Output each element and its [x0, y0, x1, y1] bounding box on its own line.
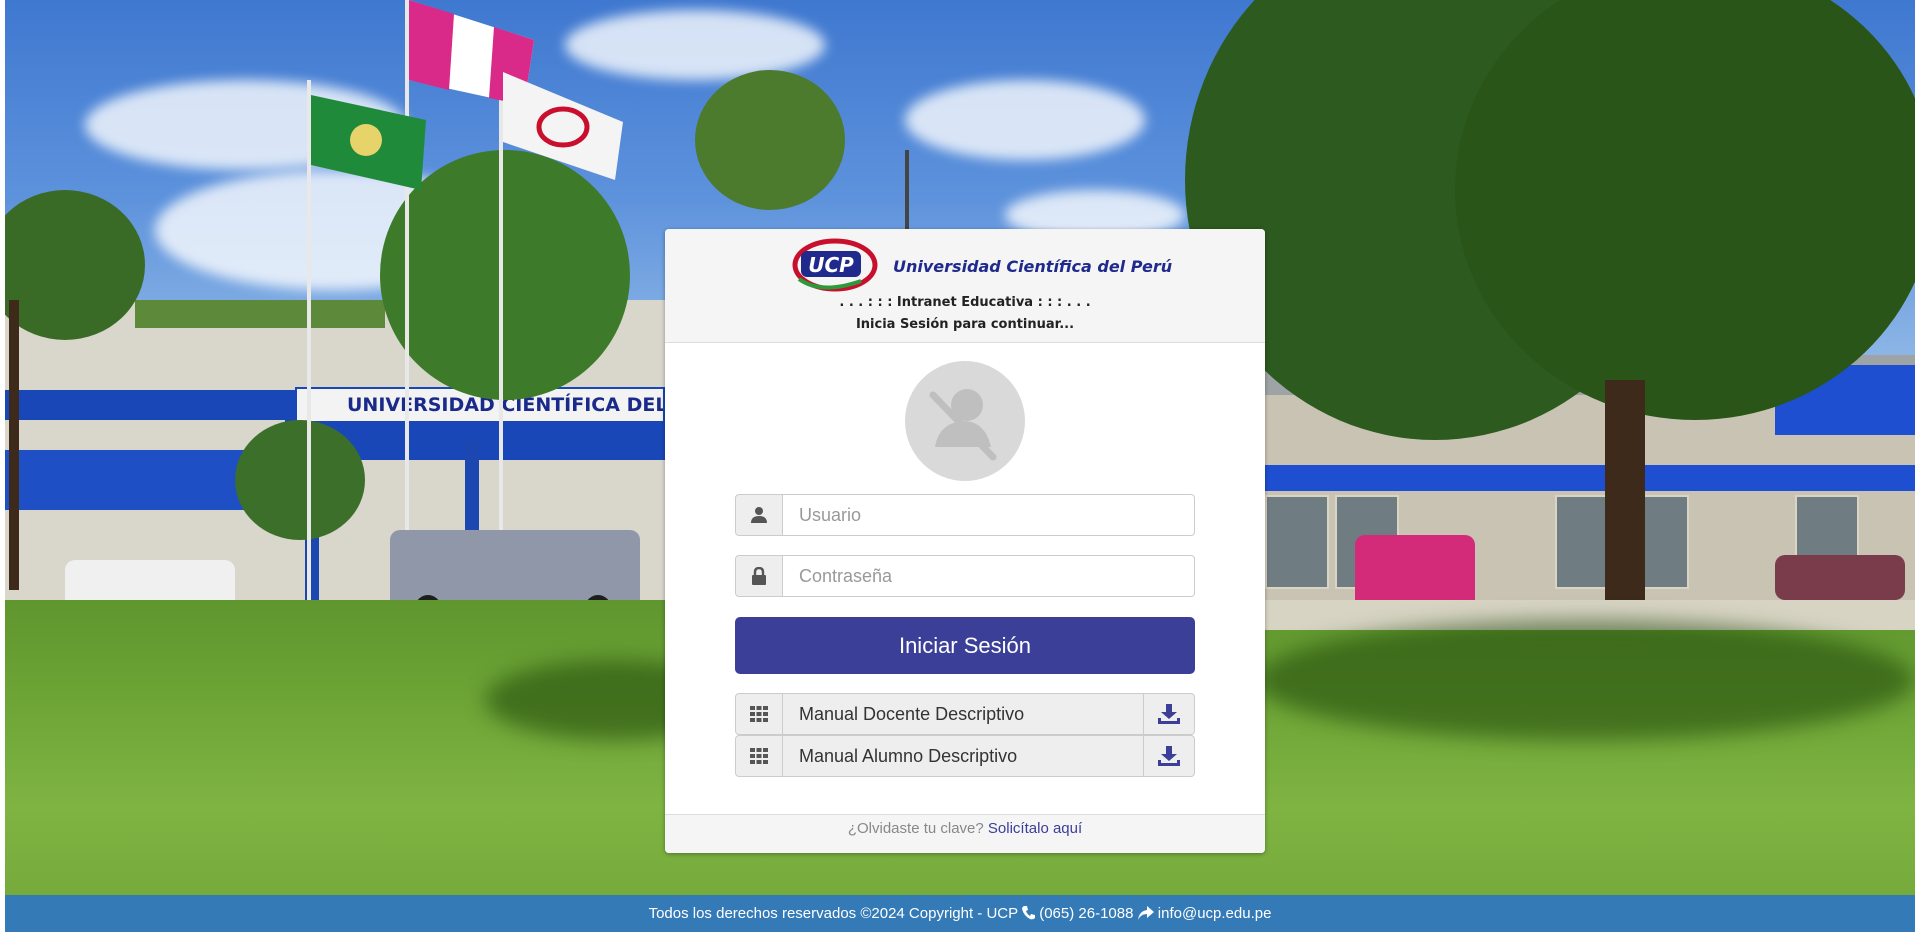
grid-icon [735, 735, 783, 777]
avatar-placeholder [905, 361, 1025, 481]
manual-docente[interactable]: Manual Docente Descriptivo [735, 693, 1195, 735]
grid-icon [735, 693, 783, 735]
login-button[interactable]: Iniciar Sesión [735, 617, 1195, 674]
user-icon [735, 494, 783, 536]
lock-icon [735, 555, 783, 597]
username-group [735, 494, 1195, 536]
manual-label: Manual Docente Descriptivo [783, 693, 1143, 735]
copyright-text: Todos los derechos reservados ©2024 Copy… [648, 905, 1018, 922]
window [1265, 495, 1329, 589]
intranet-title: . . . : : : Intranet Educativa : : : . .… [839, 295, 1091, 310]
building-roof [135, 300, 385, 328]
building-band [1255, 465, 1915, 491]
contact-email: info@ucp.edu.pe [1157, 905, 1272, 922]
password-group [735, 555, 1195, 597]
phone-icon [1022, 897, 1036, 932]
regional-flag [311, 95, 426, 190]
share-icon [1137, 897, 1154, 932]
page: UNIVERSIDAD CIENTÍFICA DEL PERÚ [5, 0, 1915, 932]
password-input[interactable] [783, 555, 1195, 597]
user-slash-icon [929, 389, 997, 461]
motorbikes [1775, 555, 1905, 600]
cloud [565, 10, 825, 80]
login-card-footer: ¿Olvidaste tu clave? Solicítalo aquí [665, 814, 1265, 853]
manual-label: Manual Alumno Descriptivo [783, 735, 1143, 777]
cloud [905, 80, 1145, 160]
phone-number: (065) 26-1088 [1039, 905, 1134, 922]
login-card: UCP Universidad Científica del Perú . . … [665, 229, 1265, 853]
tree-trunk [9, 300, 19, 590]
tree [235, 420, 365, 540]
ucp-flag [503, 72, 623, 180]
palm-tree [695, 70, 845, 210]
tree-shadow [1255, 620, 1915, 740]
page-footer: Todos los derechos reservados ©2024 Copy… [5, 895, 1915, 932]
username-input[interactable] [783, 494, 1195, 536]
login-subtitle: Inicia Sesión para continuar... [855, 317, 1075, 332]
forgot-password-text: ¿Olvidaste tu clave? [847, 820, 984, 837]
logo-text: UCP [808, 253, 854, 277]
download-icon[interactable] [1143, 693, 1195, 735]
lamp-post [905, 150, 909, 230]
ucp-logo-icon: UCP [792, 238, 878, 292]
forgot-password-link[interactable]: Solicítalo aquí [988, 820, 1082, 837]
university-logo: UCP Universidad Científica del Perú [791, 235, 1172, 297]
university-name: Universidad Científica del Perú [893, 257, 1173, 276]
login-card-header: UCP Universidad Científica del Perú . . … [665, 229, 1265, 343]
manual-alumno[interactable]: Manual Alumno Descriptivo [735, 735, 1195, 777]
download-icon[interactable] [1143, 735, 1195, 777]
